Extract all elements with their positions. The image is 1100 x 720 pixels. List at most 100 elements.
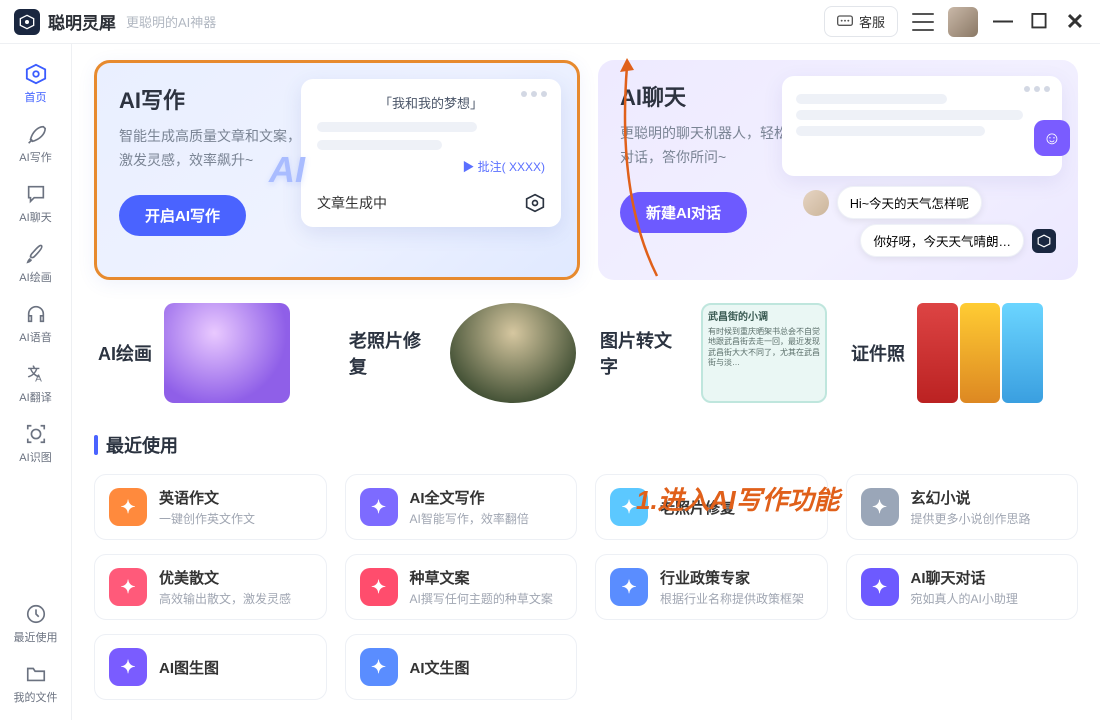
sidebar-item-files[interactable]: 我的文件 (9, 656, 63, 710)
sidebar-item-label: AI识图 (19, 449, 51, 465)
maximize-button[interactable]: ☐ (1028, 9, 1050, 34)
recent-item-title: 行业政策专家 (660, 567, 804, 588)
chat-preview-panel: ☺ Hi~今天的天气怎样呢 你好呀，今天天气晴朗… (782, 76, 1062, 244)
history-icon (24, 602, 48, 626)
scan-icon (24, 422, 48, 446)
recent-item-title: 玄幻小说 (911, 487, 1031, 508)
close-button[interactable]: ✕ (1064, 9, 1086, 35)
recent-item-icon: ✦ (109, 568, 147, 606)
app-name: 聪明灵犀 (48, 9, 116, 34)
recent-title: 最近使用 (106, 432, 178, 458)
chat-bubble-user: Hi~今天的天气怎样呢 (803, 186, 982, 219)
sidebar-item-label: 最近使用 (14, 629, 58, 645)
recent-item-sub: 提供更多小说创作思路 (911, 510, 1031, 527)
recent-heading: 最近使用 (94, 432, 1078, 458)
recent-item-icon: ✦ (360, 648, 398, 686)
headphone-icon (24, 302, 48, 326)
recent-item-sub: AI智能写作，效率翻倍 (410, 510, 529, 527)
recent-item-sub: AI撰写任何主题的种草文案 (410, 590, 553, 607)
tile-title: 图片转文字 (600, 327, 689, 379)
tile-ai-draw[interactable]: AI绘画 (94, 300, 325, 406)
sidebar-item-write[interactable]: AI写作 (9, 116, 63, 170)
new-ai-chat-button[interactable]: 新建AI对话 (620, 192, 747, 233)
user-avatar[interactable] (948, 7, 978, 37)
support-button[interactable]: 客服 (824, 6, 898, 37)
preview-doc-title: 「我和我的梦想」 (317, 93, 545, 112)
recent-item[interactable]: ✦ AI全文写作 AI智能写作，效率翻倍 (345, 474, 578, 540)
recent-item[interactable]: ✦ AI文生图 (345, 634, 578, 700)
recent-item-title: 种草文案 (410, 567, 553, 588)
chat-icon (24, 182, 48, 206)
recent-item-sub: 一键创作英文作文 (159, 510, 255, 527)
recent-item[interactable]: ✦种草文案AI撰写任何主题的种草文案 (345, 554, 578, 620)
recent-item-title: 英语作文 (159, 487, 255, 508)
hero-card-chat[interactable]: AI聊天 更聪明的聊天机器人，轻松 对话，答你所问~ 新建AI对话 ☺ (598, 60, 1078, 280)
tile-thumb (450, 303, 576, 403)
sidebar-item-vision[interactable]: AI识图 (9, 416, 63, 470)
recent-item-icon: ✦ (861, 488, 899, 526)
sidebar-item-label: AI翻译 (19, 389, 51, 405)
sidebar-item-label: 我的文件 (14, 689, 58, 705)
tile-title: 老照片修复 (349, 327, 438, 379)
sidebar-item-home[interactable]: 首页 (9, 56, 63, 110)
recent-item[interactable]: ✦ 老照片修复 (595, 474, 828, 540)
sidebar-item-translate[interactable]: 文A AI翻译 (9, 356, 63, 410)
recent-item-sub: 高效输出散文，激发灵感 (159, 590, 291, 607)
tile-thumb: 武昌街的小调 有时候到重庆晒架书总会不自觉地跟武昌街去走一回，最近发现武昌街大大… (701, 303, 827, 403)
recent-item-title: AI图生图 (159, 657, 219, 678)
chat-bubble-bot: 你好呀，今天天气晴朗… (860, 224, 1056, 257)
tile-thumb (164, 303, 290, 403)
recent-item-sub: 根据行业名称提供政策框架 (660, 590, 804, 607)
chat-float-icon: ☺ (1034, 120, 1070, 156)
recent-item-title: AI全文写作 (410, 487, 529, 508)
app-logo (14, 9, 40, 35)
tile-ocr[interactable]: 图片转文字 武昌街的小调 有时候到重庆晒架书总会不自觉地跟武昌街去走一回，最近发… (596, 300, 827, 406)
titlebar: 聪明灵犀 更聪明的AI神器 客服 — ☐ ✕ (0, 0, 1100, 44)
recent-item-title: 老照片修复 (660, 497, 735, 518)
main-content: AI写作 智能生成高质量文章和文案， 激发灵感，效率飙升~ 开启AI写作 AI … (72, 44, 1100, 720)
brush-icon (24, 242, 48, 266)
sidebar-item-draw[interactable]: AI绘画 (9, 236, 63, 290)
support-label: 客服 (859, 12, 885, 31)
preview-status: 文章生成中 (317, 193, 387, 213)
feather-icon (24, 122, 48, 146)
sidebar-item-label: AI写作 (19, 149, 51, 165)
write-preview-panel: AI 「我和我的梦想」 ▶ 批注( XXXX) 文章生成中 (301, 79, 561, 227)
sidebar-item-voice[interactable]: AI语音 (9, 296, 63, 350)
sidebar-item-label: AI绘画 (19, 269, 51, 285)
recent-item-icon: ✦ (109, 648, 147, 686)
recent-grid: ✦ 英语作文一键创作英文作文 ✦ AI全文写作 AI智能写作，效率翻倍 ✦ 老照片修复 ✦ 玄幻… (94, 474, 1078, 700)
recent-item-icon: ✦ (360, 488, 398, 526)
recent-item[interactable]: ✦AI聊天对话宛如真人的AI小助理 (846, 554, 1079, 620)
hero-card-write[interactable]: AI写作 智能生成高质量文章和文案， 激发灵感，效率飙升~ 开启AI写作 AI … (94, 60, 580, 280)
recent-item[interactable]: ✦ AI图生图 (94, 634, 327, 700)
recent-item[interactable]: ✦英语作文一键创作英文作文 (94, 474, 327, 540)
minimize-button[interactable]: — (992, 10, 1014, 33)
chat-bubble-icon (837, 15, 853, 29)
sidebar-item-chat[interactable]: AI聊天 (9, 176, 63, 230)
folder-icon (24, 662, 48, 686)
recent-item-icon: ✦ (861, 568, 899, 606)
recent-item-icon: ✦ (610, 568, 648, 606)
recent-item-icon: ✦ (610, 488, 648, 526)
menu-button[interactable] (912, 13, 934, 31)
tile-title: AI绘画 (98, 340, 152, 366)
recent-item[interactable]: ✦ 行业政策专家根据行业名称提供政策框架 (595, 554, 828, 620)
recent-item-sub: 宛如真人的AI小助理 (911, 590, 1018, 607)
sidebar-item-label: AI聊天 (19, 209, 51, 225)
hex-logo-icon (1032, 229, 1056, 253)
sidebar-item-recent[interactable]: 最近使用 (9, 596, 63, 650)
start-ai-write-button[interactable]: 开启AI写作 (119, 195, 246, 236)
recent-item[interactable]: ✦优美散文高效输出散文，激发灵感 (94, 554, 327, 620)
preview-annotation-label: ▶ 批注( XXXX) (317, 158, 545, 175)
sidebar-item-label: AI语音 (19, 329, 51, 345)
app-tagline: 更聪明的AI神器 (126, 12, 216, 31)
tile-photo-restore[interactable]: 老照片修复 (345, 300, 576, 406)
hex-logo-icon (525, 193, 545, 213)
svg-text:A: A (35, 373, 42, 384)
sidebar-item-label: 首页 (25, 89, 47, 105)
tile-id-photo[interactable]: 证件照 (847, 300, 1078, 406)
recent-item[interactable]: ✦ 玄幻小说提供更多小说创作思路 (846, 474, 1079, 540)
home-icon (24, 62, 48, 86)
recent-item-title: AI文生图 (410, 657, 470, 678)
